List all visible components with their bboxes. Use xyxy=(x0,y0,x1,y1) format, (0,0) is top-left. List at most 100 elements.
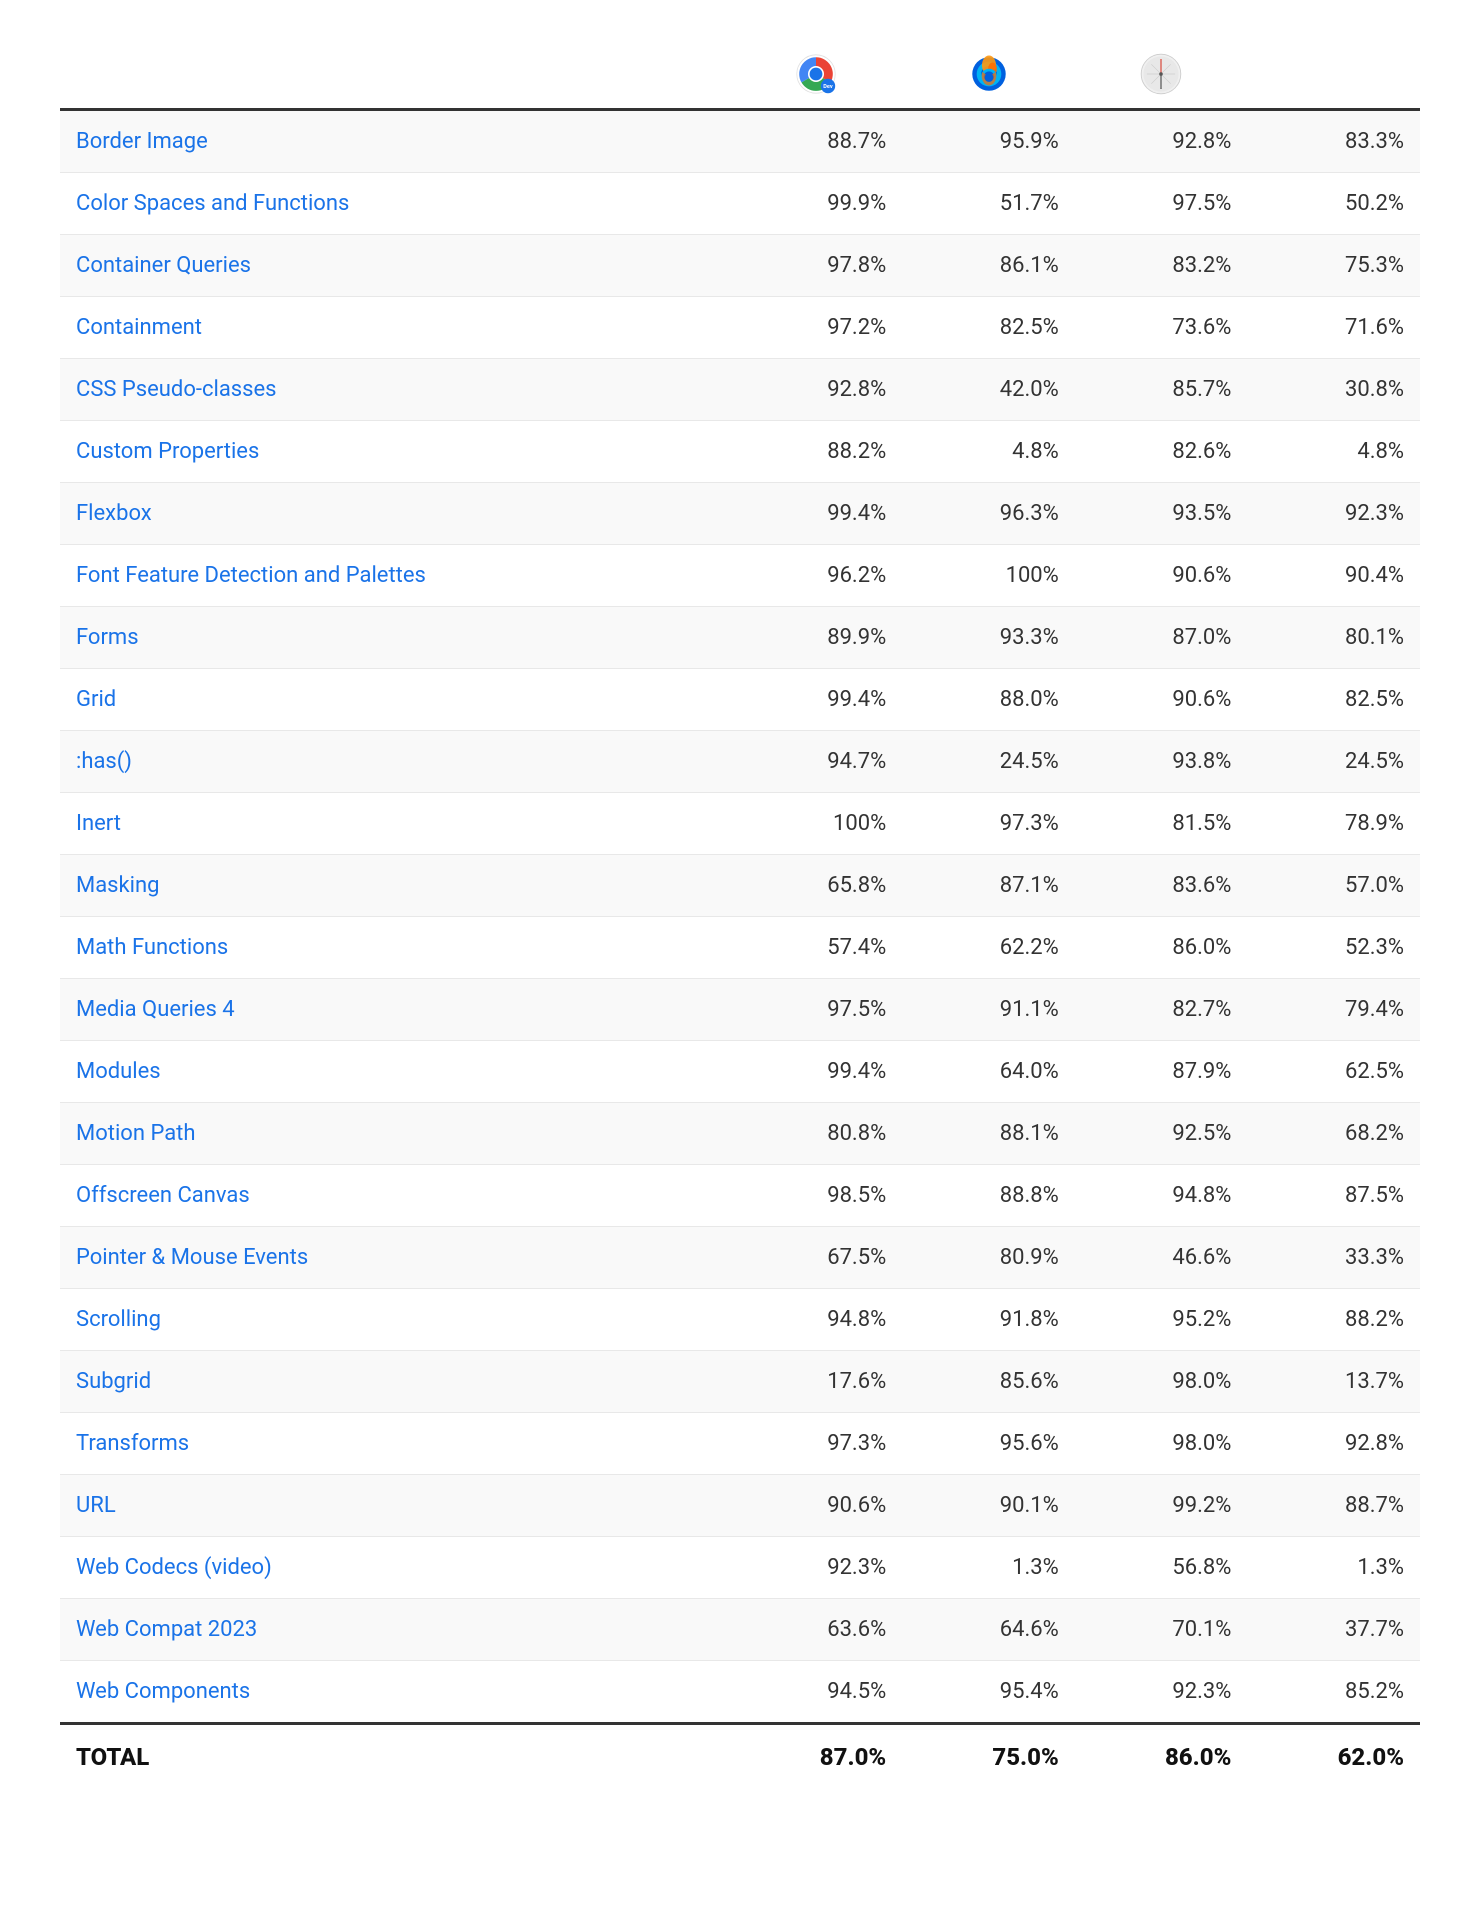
table-row: Masking 65.8% 87.1% 83.6% 57.0% xyxy=(60,855,1420,917)
firefox-value: 51.7% xyxy=(902,173,1075,235)
area-col-header xyxy=(60,40,730,110)
table-row: Flexbox 99.4% 96.3% 93.5% 92.3% xyxy=(60,483,1420,545)
area-name[interactable]: Transforms xyxy=(60,1413,730,1475)
area-name[interactable]: Web Compat 2023 xyxy=(60,1599,730,1661)
firefox-col-header xyxy=(902,40,1075,110)
chrome-value: 97.8% xyxy=(730,235,903,297)
area-name[interactable]: Math Functions xyxy=(60,917,730,979)
area-name[interactable]: Offscreen Canvas xyxy=(60,1165,730,1227)
area-name[interactable]: CSS Pseudo-classes xyxy=(60,359,730,421)
area-link[interactable]: Modules xyxy=(76,1059,161,1084)
area-name[interactable]: Flexbox xyxy=(60,483,730,545)
safari-value: 83.6% xyxy=(1075,855,1248,917)
area-name[interactable]: Border Image xyxy=(60,110,730,173)
interop-value: 88.7% xyxy=(1247,1475,1420,1537)
interop-value: 79.4% xyxy=(1247,979,1420,1041)
table-row: Subgrid 17.6% 85.6% 98.0% 13.7% xyxy=(60,1351,1420,1413)
area-name[interactable]: URL xyxy=(60,1475,730,1537)
area-link[interactable]: Motion Path xyxy=(76,1121,196,1146)
area-link[interactable]: Pointer & Mouse Events xyxy=(76,1245,308,1270)
table-row: Containment 97.2% 82.5% 73.6% 71.6% xyxy=(60,297,1420,359)
area-link[interactable]: Font Feature Detection and Palettes xyxy=(76,563,426,588)
interop-value: 13.7% xyxy=(1247,1351,1420,1413)
firefox-value: 100% xyxy=(902,545,1075,607)
table-row: CSS Pseudo-classes 92.8% 42.0% 85.7% 30.… xyxy=(60,359,1420,421)
interop-value: 71.6% xyxy=(1247,297,1420,359)
area-name[interactable]: Font Feature Detection and Palettes xyxy=(60,545,730,607)
area-link[interactable]: Border Image xyxy=(76,129,208,154)
chrome-value: 99.9% xyxy=(730,173,903,235)
firefox-value: 87.1% xyxy=(902,855,1075,917)
area-link[interactable]: Scrolling xyxy=(76,1307,161,1332)
area-link[interactable]: Container Queries xyxy=(76,253,251,278)
firefox-icon xyxy=(967,52,1011,96)
area-link[interactable]: Custom Properties xyxy=(76,439,259,464)
firefox-value: 88.1% xyxy=(902,1103,1075,1165)
firefox-value: 62.2% xyxy=(902,917,1075,979)
area-name[interactable]: Modules xyxy=(60,1041,730,1103)
area-link[interactable]: Containment xyxy=(76,315,202,340)
chrome-value: 57.4% xyxy=(730,917,903,979)
area-link[interactable]: Media Queries 4 xyxy=(76,997,235,1022)
interop-value: 4.8% xyxy=(1247,421,1420,483)
firefox-value: 88.8% xyxy=(902,1165,1075,1227)
firefox-value: 95.9% xyxy=(902,110,1075,173)
area-name[interactable]: Subgrid xyxy=(60,1351,730,1413)
table-row: Media Queries 4 97.5% 91.1% 82.7% 79.4% xyxy=(60,979,1420,1041)
area-link[interactable]: Masking xyxy=(76,873,160,898)
area-name[interactable]: Web Codecs (video) xyxy=(60,1537,730,1599)
table-row: Inert 100% 97.3% 81.5% 78.9% xyxy=(60,793,1420,855)
area-link[interactable]: Web Compat 2023 xyxy=(76,1617,257,1642)
safari-value: 46.6% xyxy=(1075,1227,1248,1289)
area-name[interactable]: Scrolling xyxy=(60,1289,730,1351)
area-name[interactable]: Custom Properties xyxy=(60,421,730,483)
interop-value: 87.5% xyxy=(1247,1165,1420,1227)
area-name[interactable]: Containment xyxy=(60,297,730,359)
area-link[interactable]: Grid xyxy=(76,687,116,712)
safari-value: 90.6% xyxy=(1075,545,1248,607)
area-link[interactable]: CSS Pseudo-classes xyxy=(76,377,277,402)
table-row: Modules 99.4% 64.0% 87.9% 62.5% xyxy=(60,1041,1420,1103)
chrome-value: 100% xyxy=(730,793,903,855)
interop-value: 50.2% xyxy=(1247,173,1420,235)
area-link[interactable]: Offscreen Canvas xyxy=(76,1183,250,1208)
area-name[interactable]: Pointer & Mouse Events xyxy=(60,1227,730,1289)
firefox-value: 91.8% xyxy=(902,1289,1075,1351)
interop-value: 85.2% xyxy=(1247,1661,1420,1724)
area-link[interactable]: URL xyxy=(76,1493,116,1518)
interop-value: 83.3% xyxy=(1247,110,1420,173)
area-link[interactable]: Math Functions xyxy=(76,935,228,960)
area-link[interactable]: Web Components xyxy=(76,1679,250,1704)
area-name[interactable]: Container Queries xyxy=(60,235,730,297)
chrome-value: 67.5% xyxy=(730,1227,903,1289)
table-row: Font Feature Detection and Palettes 96.2… xyxy=(60,545,1420,607)
area-link[interactable]: Subgrid xyxy=(76,1369,151,1394)
area-link[interactable]: Color Spaces and Functions xyxy=(76,191,349,216)
table-row: Grid 99.4% 88.0% 90.6% 82.5% xyxy=(60,669,1420,731)
area-link[interactable]: Inert xyxy=(76,811,121,836)
area-name[interactable]: Forms xyxy=(60,607,730,669)
safari-value: 92.3% xyxy=(1075,1661,1248,1724)
area-name[interactable]: Inert xyxy=(60,793,730,855)
area-link[interactable]: :has() xyxy=(76,749,132,774)
firefox-value: 64.0% xyxy=(902,1041,1075,1103)
area-link[interactable]: Transforms xyxy=(76,1431,189,1456)
table-row: Web Compat 2023 63.6% 64.6% 70.1% 37.7% xyxy=(60,1599,1420,1661)
area-name[interactable]: Color Spaces and Functions xyxy=(60,173,730,235)
area-link[interactable]: Web Codecs (video) xyxy=(76,1555,272,1580)
area-name[interactable]: Motion Path xyxy=(60,1103,730,1165)
area-name[interactable]: Media Queries 4 xyxy=(60,979,730,1041)
area-name[interactable]: Web Components xyxy=(60,1661,730,1724)
safari-value: 87.0% xyxy=(1075,607,1248,669)
safari-value: 73.6% xyxy=(1075,297,1248,359)
area-name[interactable]: :has() xyxy=(60,731,730,793)
table-row: Web Codecs (video) 92.3% 1.3% 56.8% 1.3% xyxy=(60,1537,1420,1599)
area-name[interactable]: Grid xyxy=(60,669,730,731)
total-interop: 62.0% xyxy=(1247,1724,1420,1790)
firefox-value: 96.3% xyxy=(902,483,1075,545)
area-link[interactable]: Forms xyxy=(76,625,139,650)
area-link[interactable]: Flexbox xyxy=(76,501,152,526)
area-name[interactable]: Masking xyxy=(60,855,730,917)
safari-value: 94.8% xyxy=(1075,1165,1248,1227)
firefox-value: 91.1% xyxy=(902,979,1075,1041)
